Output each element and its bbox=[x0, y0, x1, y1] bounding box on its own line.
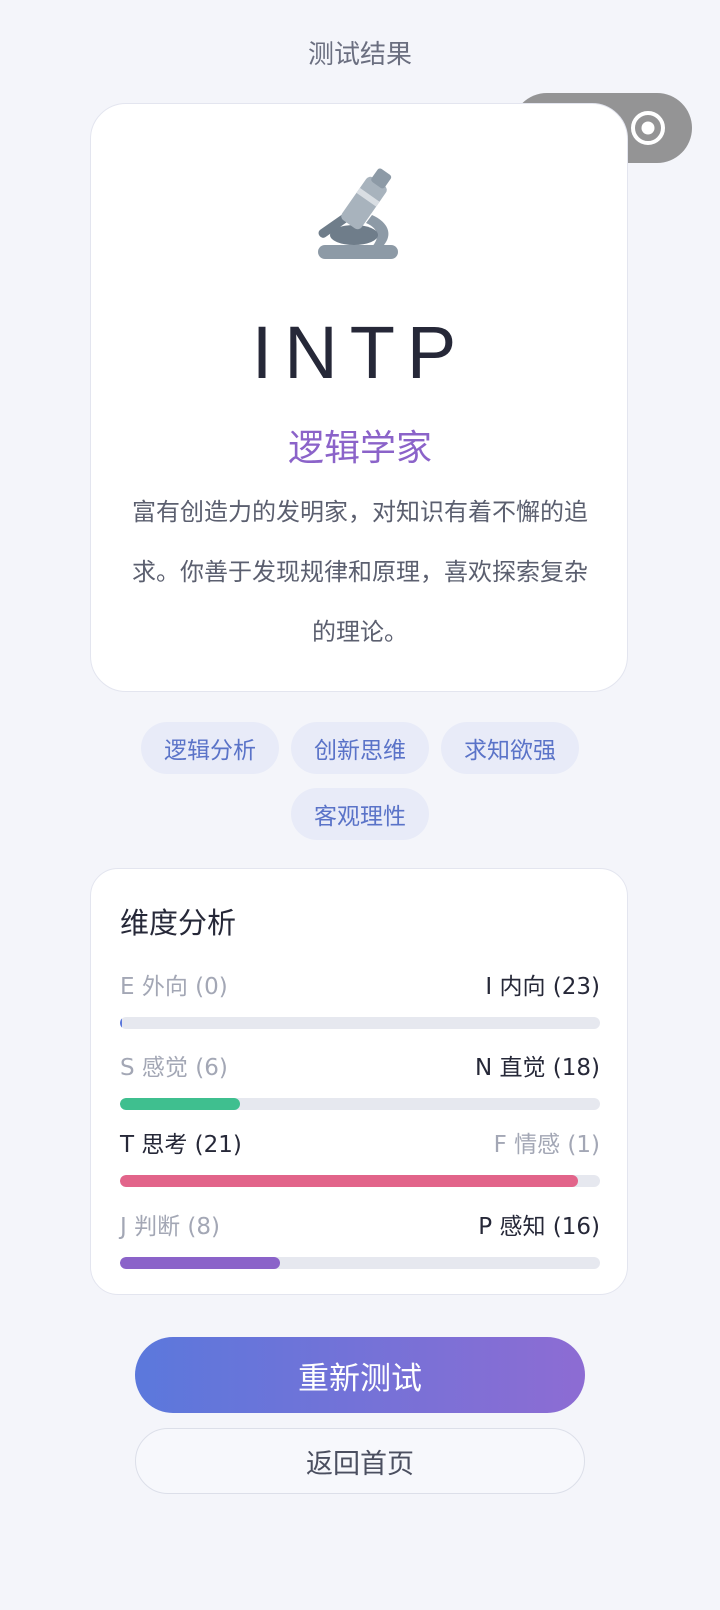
trait-tags: 逻辑分析 创新思维 求知欲强 客观理性 bbox=[130, 722, 590, 840]
dimension-right-label: N 直觉 (18) bbox=[474, 1055, 600, 1081]
dimension-track bbox=[120, 1175, 600, 1187]
dimension-row-ei: E 外向 (0) I 内向 (23) bbox=[120, 973, 600, 1033]
retest-button[interactable]: 重新测试 bbox=[135, 1337, 585, 1413]
dimension-left-label: S 感觉 (6) bbox=[120, 1055, 228, 1081]
microscope-icon bbox=[318, 168, 398, 259]
dimension-track bbox=[120, 1257, 600, 1269]
dimension-fill bbox=[120, 1098, 240, 1110]
dimension-right-label: P 感知 (16) bbox=[478, 1214, 600, 1240]
dimension-right-label: I 内向 (23) bbox=[485, 974, 600, 1000]
type-name: 逻辑学家 bbox=[287, 428, 432, 469]
type-code: INTP bbox=[251, 311, 469, 394]
dimension-row-jp: J 判断 (8) P 感知 (16) bbox=[120, 1213, 600, 1273]
home-button[interactable]: 返回首页 bbox=[135, 1428, 585, 1494]
trait-tag: 客观理性 bbox=[291, 788, 429, 840]
dimension-right-label: F 情感 (1) bbox=[493, 1132, 600, 1158]
dimension-row-sn: S 感觉 (6) N 直觉 (18) bbox=[120, 1054, 600, 1114]
dimension-title: 维度分析 bbox=[120, 906, 237, 940]
dimension-row-tf: T 思考 (21) F 情感 (1) bbox=[120, 1131, 600, 1191]
trait-tag: 创新思维 bbox=[291, 722, 429, 774]
dimension-fill bbox=[120, 1257, 280, 1269]
dimension-left-label: T 思考 (21) bbox=[120, 1132, 242, 1158]
trait-tag: 求知欲强 bbox=[441, 722, 579, 774]
type-description: 富有创造力的发明家，对知识有着不懈的追求。你善于发现规律和原理，喜欢探索复杂的理… bbox=[132, 498, 588, 646]
page-title: 测试结果 bbox=[307, 40, 412, 70]
dimension-fill bbox=[120, 1175, 579, 1187]
dimension-track bbox=[120, 1017, 600, 1029]
trait-tag: 逻辑分析 bbox=[141, 722, 279, 774]
dimension-fill bbox=[120, 1017, 122, 1029]
dimension-left-label: J 判断 (8) bbox=[120, 1214, 220, 1240]
dimension-left-label: E 外向 (0) bbox=[120, 974, 228, 1000]
dimension-track bbox=[120, 1098, 600, 1110]
